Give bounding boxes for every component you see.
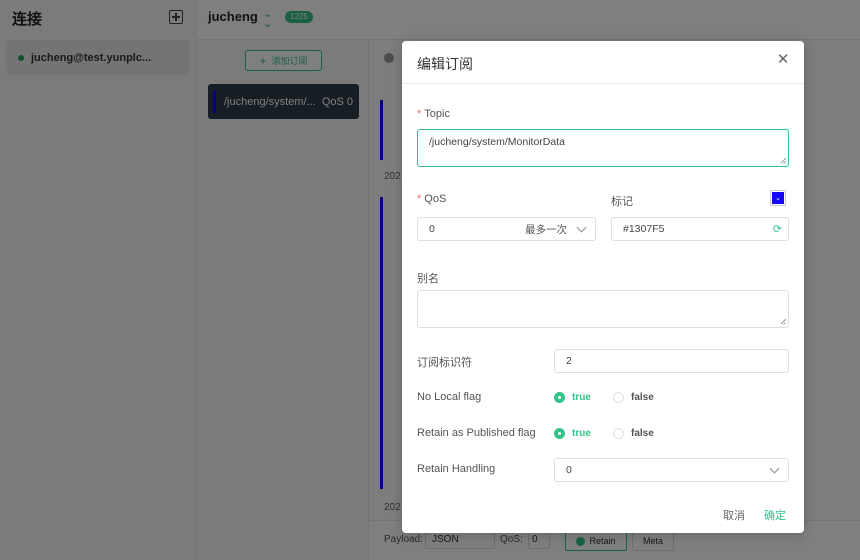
confirm-button[interactable]: 确定 (764, 507, 786, 523)
qos-label: * QoS (417, 193, 447, 205)
radio-checked-icon (554, 428, 565, 439)
no-local-false-radio[interactable]: false (613, 392, 654, 403)
color-value: #1307F5 (623, 223, 665, 235)
topic-label: * Topic (417, 108, 450, 120)
rap-true-radio[interactable]: true (554, 428, 591, 439)
alias-input[interactable] (417, 290, 789, 328)
retain-handling-value: 0 (566, 464, 572, 476)
no-local-label: No Local flag (417, 391, 482, 403)
radio-checked-icon (554, 392, 565, 403)
alias-label: 别名 (417, 273, 439, 285)
chevron-down-icon (769, 463, 780, 474)
dialog-header: 编辑订阅 ✕ (402, 41, 804, 84)
chevron-down-icon: ⌄ (772, 192, 784, 204)
required-mark: * (417, 108, 422, 120)
color-picker[interactable]: ⌄ (770, 190, 786, 206)
color-input[interactable]: #1307F5 ⟳ (611, 217, 789, 241)
qos-select[interactable]: 0 最多一次 (417, 217, 596, 241)
resize-handle-icon[interactable] (780, 319, 786, 325)
refresh-icon[interactable]: ⟳ (773, 223, 782, 236)
no-local-true-radio[interactable]: true (554, 392, 591, 403)
subscription-id-value: 2 (566, 355, 572, 367)
retain-handling-select[interactable]: 0 (554, 458, 789, 482)
required-mark: * (417, 193, 422, 205)
subscription-id-label: 订阅标识符 (417, 357, 472, 369)
edit-subscription-dialog: 编辑订阅 ✕ * Topic /jucheng/system/MonitorDat… (402, 41, 804, 533)
radio-unchecked-icon (613, 428, 624, 439)
rap-false-radio[interactable]: false (613, 428, 654, 439)
radio-unchecked-icon (613, 392, 624, 403)
topic-input[interactable]: /jucheng/system/MonitorData (417, 129, 789, 167)
qos-value: 0 (429, 223, 435, 235)
qos-value-text: 最多一次 (525, 223, 567, 236)
close-icon[interactable]: ✕ (776, 52, 790, 67)
tag-label: 标记 (611, 196, 633, 208)
chevron-down-icon (576, 222, 587, 233)
dialog-title: 编辑订阅 (417, 56, 473, 72)
subscription-id-input[interactable]: 2 (554, 349, 789, 373)
retain-handling-label: Retain Handling (417, 463, 496, 475)
resize-handle-icon[interactable] (780, 158, 786, 164)
cancel-button[interactable]: 取消 (723, 507, 745, 523)
retain-as-published-label: Retain as Published flag (417, 427, 536, 439)
topic-value: /jucheng/system/MonitorData (429, 136, 565, 148)
